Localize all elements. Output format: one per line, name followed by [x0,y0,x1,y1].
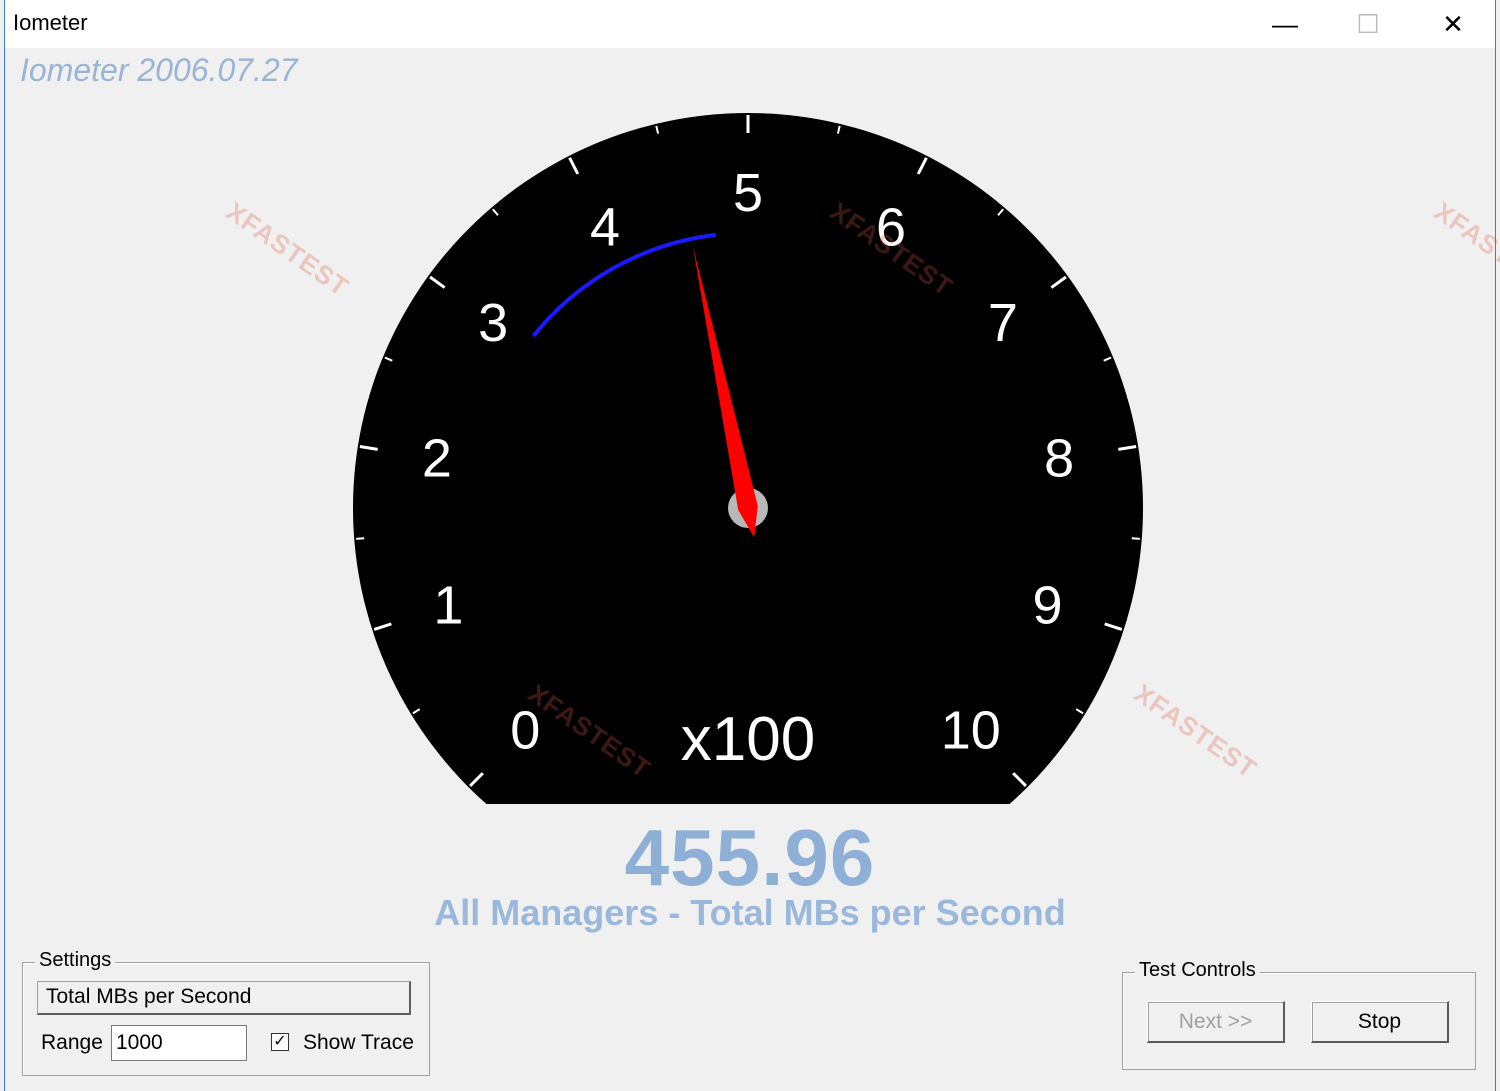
gauge-minor-tick [356,537,365,540]
stop-button[interactable]: Stop [1311,1001,1449,1043]
gauge-scale-label: 5 [733,163,763,223]
throughput-label: All Managers - Total MBs per Second [434,892,1066,933]
settings-group: Settings Total MBs per Second Range ✓ Sh… [22,949,430,1076]
gauge-svg: 012345678910x100 [353,113,1144,804]
gauge-scale-label: 4 [590,197,620,257]
speedometer-gauge: 0 1 2 3 4 5 6 7 8 9 10 x100 [0,0,1500,820]
gauge-scale-label: 10 [941,701,1001,761]
gauge-scale-label: 9 [1033,575,1063,635]
next-button[interactable]: Next >> [1147,1001,1285,1043]
metric-dropdown[interactable]: Total MBs per Second [37,981,411,1015]
range-label: Range [41,1031,103,1054]
throughput-value: 455.96 [624,813,876,902]
gauge-multiplier-label: x100 [681,705,815,774]
gauge-scale-label: 1 [433,575,463,635]
gauge-scale-label: 8 [1044,429,1074,489]
gauge-minor-tick [1131,537,1140,540]
test-controls-legend: Test Controls [1135,959,1260,982]
range-input[interactable] [111,1025,247,1061]
gauge-scale-label: 7 [988,293,1018,353]
gauge-scale-label: 3 [478,293,508,353]
settings-legend: Settings [35,949,116,972]
show-trace-label[interactable]: Show Trace [303,1031,414,1055]
test-controls-group: Test Controls Next >> Stop [1122,959,1476,1070]
show-trace-checkbox[interactable]: ✓ [271,1033,289,1051]
gauge-scale-label: 2 [422,429,452,489]
